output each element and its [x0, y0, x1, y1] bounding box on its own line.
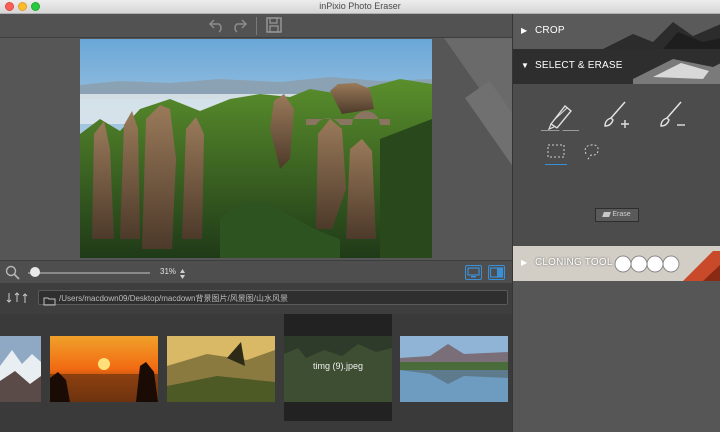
path-row: /Users/macdown09/Desktop/macdown背景图片/风景图…: [0, 288, 512, 308]
top-toolbar: [0, 14, 512, 38]
cloning-tool-section-header[interactable]: ▶ CLONING TOOL: [513, 246, 720, 281]
toolbar-divider: [256, 17, 257, 35]
background-stripe: [465, 80, 512, 260]
thumbnail-label: timg (9).jpeg: [312, 361, 364, 371]
main-photo[interactable]: [80, 39, 432, 258]
select-erase-section-header[interactable]: ▼ SELECT & ERASE: [513, 49, 720, 84]
collapse-arrow-icon: ▼: [521, 61, 529, 70]
undo-icon[interactable]: [206, 16, 228, 36]
file-browser: /Users/macdown09/Desktop/macdown背景图片/风景图…: [0, 284, 512, 432]
magnifier-icon[interactable]: [5, 265, 20, 285]
thumbnail-strip: timg (9).jpeg: [0, 314, 512, 432]
expand-arrow-icon: ▶: [521, 26, 528, 35]
active-subtool-indicator: [545, 164, 567, 165]
split-view-button[interactable]: [488, 265, 505, 280]
app-window: inPixio Photo Eraser 31% /Users/macdown0…: [0, 0, 720, 432]
thumbnail[interactable]: [50, 336, 158, 402]
brush-add-tool-icon[interactable]: [599, 98, 633, 132]
zoom-value: 31%: [160, 267, 177, 276]
zoom-slider-handle[interactable]: [30, 267, 40, 277]
background-stripe: [430, 38, 512, 260]
zoom-stepper-icon[interactable]: [179, 267, 186, 285]
thumbnail[interactable]: [0, 336, 41, 402]
rectangle-select-icon[interactable]: [545, 140, 567, 162]
erase-button-label: Erase: [612, 211, 631, 218]
cloning-tool-label: CLONING TOOL: [535, 257, 613, 268]
title-bar: inPixio Photo Eraser: [0, 0, 720, 14]
redo-icon[interactable]: [228, 16, 250, 36]
panel-empty-area: [513, 281, 720, 432]
thumbnail[interactable]: [167, 336, 275, 402]
expand-arrow-icon: ▶: [521, 258, 528, 267]
save-icon[interactable]: [263, 16, 285, 36]
marker-tool-icon[interactable]: [543, 98, 577, 132]
window-title: inPixio Photo Eraser: [319, 1, 401, 11]
sort-icon[interactable]: [6, 291, 36, 309]
path-field[interactable]: /Users/macdown09/Desktop/macdown背景图片/风景图…: [38, 290, 508, 306]
erase-button[interactable]: Erase: [595, 208, 639, 222]
single-view-button[interactable]: [465, 265, 482, 280]
thumbnail-selected[interactable]: timg (9).jpeg: [284, 314, 392, 421]
lasso-select-icon[interactable]: [581, 140, 603, 162]
brush-subtract-tool-icon[interactable]: [655, 98, 689, 132]
folder-icon: [43, 293, 56, 311]
editor-area: 31% /Users/macdown09/Desktop/macdown背景图片…: [0, 14, 512, 432]
eraser-icon: [602, 211, 612, 217]
erase-tools: Erase: [513, 84, 720, 246]
zoom-bar: 31%: [0, 260, 512, 284]
path-text: /Users/macdown09/Desktop/macdown背景图片/风景图…: [59, 294, 288, 303]
tool-pointer: [557, 128, 565, 132]
side-panel: ▶ CROP ▼ SELECT & ERASE Erase ▶ CLONING …: [512, 14, 720, 432]
image-canvas[interactable]: [0, 38, 512, 260]
select-erase-label: SELECT & ERASE: [535, 60, 623, 71]
crop-section-header[interactable]: ▶ CROP: [513, 14, 720, 49]
zoom-slider[interactable]: [28, 272, 150, 274]
thumbnail[interactable]: [400, 336, 508, 402]
crop-label: CROP: [535, 25, 565, 36]
